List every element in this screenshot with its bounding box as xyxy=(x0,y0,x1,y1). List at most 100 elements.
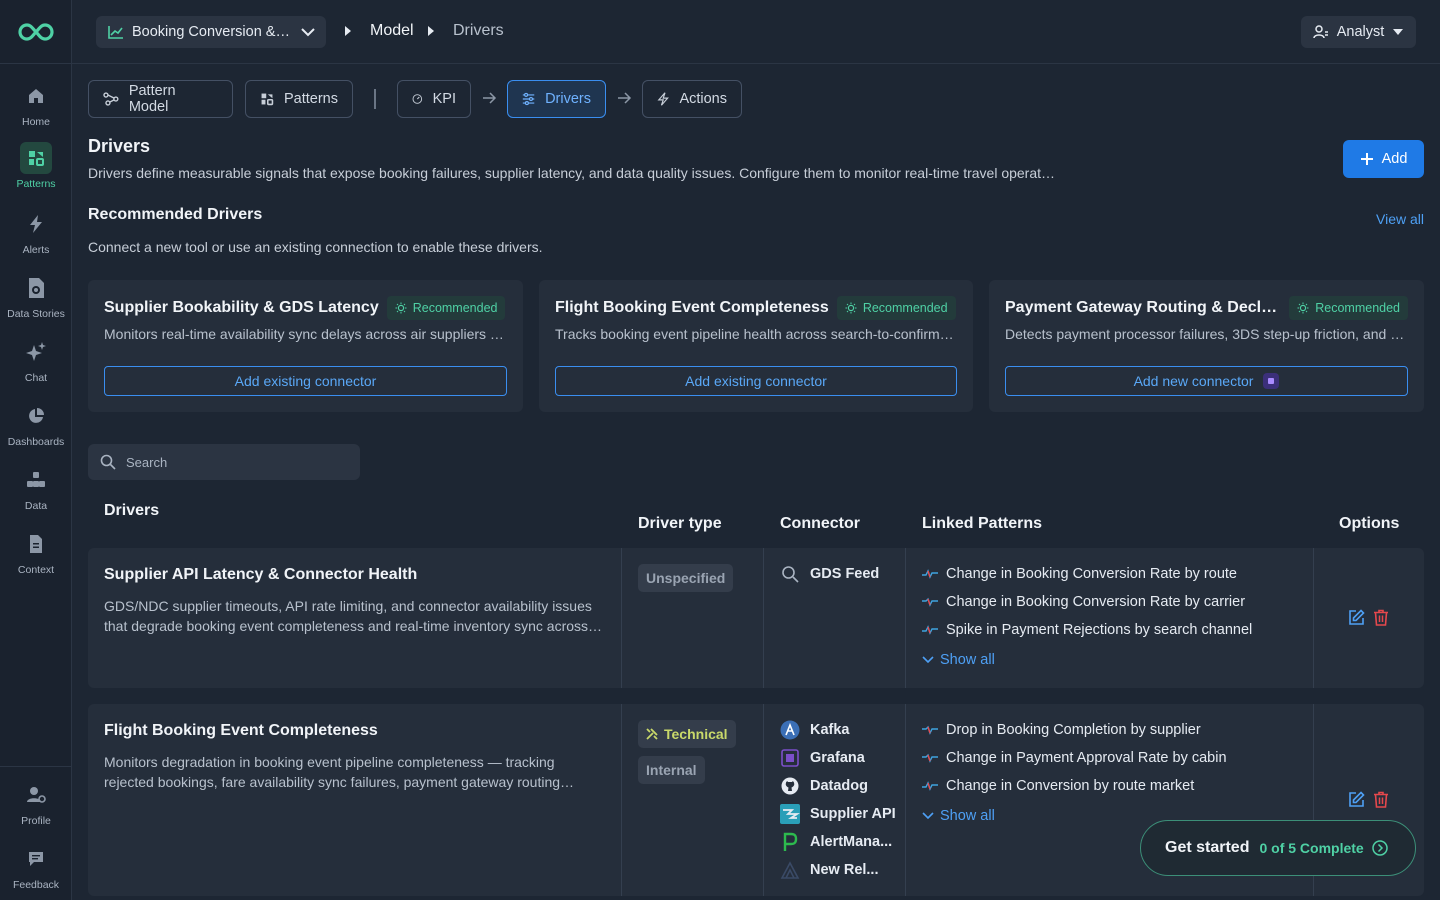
show-all-link[interactable]: Show all xyxy=(922,808,995,824)
persona-label: Analyst xyxy=(1336,24,1385,40)
file-icon xyxy=(20,528,52,560)
linked-pattern[interactable]: Change in Payment Approval Rate by cabin xyxy=(922,748,1227,768)
sidebar-item-data-stories[interactable]: Data Stories xyxy=(0,272,72,320)
get-started-button[interactable]: Get started 0 of 5 Complete xyxy=(1140,820,1416,876)
connector-item[interactable]: Datadog xyxy=(780,775,868,797)
app-logo[interactable] xyxy=(0,0,71,64)
sidebar-item-dashboards[interactable]: Dashboards xyxy=(0,400,72,448)
badge-label: Internal xyxy=(646,762,697,778)
kafka-icon xyxy=(780,720,800,740)
sidebar-item-data[interactable]: Data xyxy=(0,464,72,512)
pagerduty-icon xyxy=(780,832,800,852)
trash-icon[interactable] xyxy=(1373,791,1389,808)
sidebar-item-chat[interactable]: Chat xyxy=(0,336,72,384)
tab-drivers[interactable]: Drivers xyxy=(507,80,606,118)
add-existing-connector-button[interactable]: Add existing connector xyxy=(555,366,957,396)
pattern-name: Change in Booking Conversion Rate by car… xyxy=(946,594,1246,610)
recommended-badge: Recommended xyxy=(1289,296,1408,320)
sidebar-bottom: Profile Feedback xyxy=(0,766,72,900)
pattern-spike-icon xyxy=(922,725,938,735)
pattern-name: Drop in Booking Completion by supplier xyxy=(946,722,1201,738)
button-label: Add new connector xyxy=(1133,373,1254,389)
connector-item[interactable]: Supplier API xyxy=(780,803,896,825)
tab-label: Actions xyxy=(679,91,727,107)
view-all-link[interactable]: View all xyxy=(1376,211,1424,227)
tab-patterns[interactable]: Patterns xyxy=(245,80,353,118)
connector-item[interactable]: Grafana xyxy=(780,747,865,769)
lightbulb-icon xyxy=(395,302,407,314)
driver-description: GDS/NDC supplier timeouts, API rate limi… xyxy=(104,598,592,634)
sidebar-item-label: Feedback xyxy=(12,879,60,891)
edit-icon[interactable] xyxy=(1348,609,1365,626)
user-switch-icon xyxy=(1312,25,1328,39)
show-all-label: Show all xyxy=(940,652,995,668)
tab-kpi[interactable]: KPI xyxy=(397,80,471,118)
linked-pattern[interactable]: Spike in Payment Rejections by search ch… xyxy=(922,620,1252,640)
connector-name: Grafana xyxy=(810,750,865,766)
recommended-card-title: Supplier Bookability & GDS Latency xyxy=(104,299,379,316)
linked-pattern[interactable]: Change in Conversion by route market xyxy=(922,776,1194,796)
connector-item[interactable]: GDS Feed xyxy=(780,563,879,585)
column-header-connector: Connector xyxy=(780,515,860,532)
driver-type-badge: Internal xyxy=(638,756,705,784)
breadcrumb-model[interactable]: Model xyxy=(344,22,414,40)
driver-name[interactable]: Flight Booking Event Completeness xyxy=(104,722,378,740)
sidebar-item-label: Patterns xyxy=(16,178,56,190)
add-new-connector-button[interactable]: Add new connector xyxy=(1005,366,1408,396)
pattern-spike-icon xyxy=(922,753,938,763)
search-box[interactable] xyxy=(88,444,360,480)
column-header-drivers: Drivers xyxy=(104,502,160,519)
recommended-card-text: Monitors real-time availability sync del… xyxy=(104,326,507,342)
tab-pattern-model[interactable]: Pattern Model xyxy=(88,80,233,118)
linked-pattern[interactable]: Drop in Booking Completion by supplier xyxy=(922,720,1201,740)
sidebar-item-context[interactable]: Context xyxy=(0,528,72,576)
connector-item[interactable]: Kafka xyxy=(780,719,850,741)
sidebar-item-alerts[interactable]: Alerts xyxy=(0,208,72,256)
bolt-icon xyxy=(657,92,669,106)
sidebar-item-home[interactable]: Home xyxy=(0,80,72,128)
linked-pattern[interactable]: Change in Booking Conversion Rate by rou… xyxy=(922,564,1237,584)
caret-down-icon xyxy=(1393,29,1404,35)
sidebar-item-feedback[interactable]: Feedback xyxy=(0,843,72,891)
tab-actions[interactable]: Actions xyxy=(642,80,742,118)
add-existing-connector-button[interactable]: Add existing connector xyxy=(104,366,507,396)
edit-icon[interactable] xyxy=(1348,791,1365,808)
add-driver-button[interactable]: Add xyxy=(1343,140,1424,178)
recommended-badge: Recommended xyxy=(836,296,956,320)
get-started-progress: 0 of 5 Complete xyxy=(1259,840,1364,856)
github-icon xyxy=(780,776,800,796)
show-all-label: Show all xyxy=(940,808,995,824)
driver-name[interactable]: Supplier API Latency & Connector Health xyxy=(104,566,417,584)
kpi-selector[interactable]: Booking Conversion & G... xyxy=(96,16,326,48)
search-input[interactable] xyxy=(126,454,326,470)
recommended-card-title: Payment Gateway Routing & Declines xyxy=(1005,299,1282,316)
connector-item[interactable]: New Rel... xyxy=(780,859,879,881)
pattern-spike-icon xyxy=(922,625,938,635)
connector-item[interactable]: AlertMana... xyxy=(780,831,892,853)
sidebar-item-label: Context xyxy=(17,564,55,576)
sliders-icon xyxy=(522,92,535,106)
caret-right-icon xyxy=(345,26,351,36)
breadcrumb-label: Model xyxy=(370,22,414,39)
tools-icon xyxy=(646,728,658,740)
chevron-down-icon xyxy=(301,28,315,37)
sidebar-item-profile[interactable]: Profile xyxy=(0,779,72,827)
recommended-card: Supplier Bookability & GDS Latency Recom… xyxy=(88,280,523,412)
sidebar-item-label: Dashboards xyxy=(7,436,65,448)
trash-icon[interactable] xyxy=(1373,609,1389,626)
table-row[interactable]: Supplier API Latency & Connector Health … xyxy=(88,548,1424,688)
badge-label: Recommended xyxy=(412,301,498,315)
feedback-icon xyxy=(20,843,52,875)
connector-name: Datadog xyxy=(810,778,868,794)
show-all-link[interactable]: Show all xyxy=(922,652,995,668)
sidebar-item-label: Data Stories xyxy=(7,308,65,320)
sidebar-item-label: Chat xyxy=(24,372,48,384)
pattern-name: Change in Conversion by route market xyxy=(946,778,1195,794)
newrelic-icon xyxy=(780,860,800,880)
linked-pattern[interactable]: Change in Booking Conversion Rate by car… xyxy=(922,592,1245,612)
tab-label: Pattern Model xyxy=(128,83,176,115)
sidebar-item-patterns[interactable]: Patterns xyxy=(0,142,72,190)
persona-selector[interactable]: Analyst xyxy=(1301,16,1416,48)
button-label: Add existing connector xyxy=(685,373,827,389)
column-header-linked-patterns: Linked Patterns xyxy=(922,515,1043,532)
